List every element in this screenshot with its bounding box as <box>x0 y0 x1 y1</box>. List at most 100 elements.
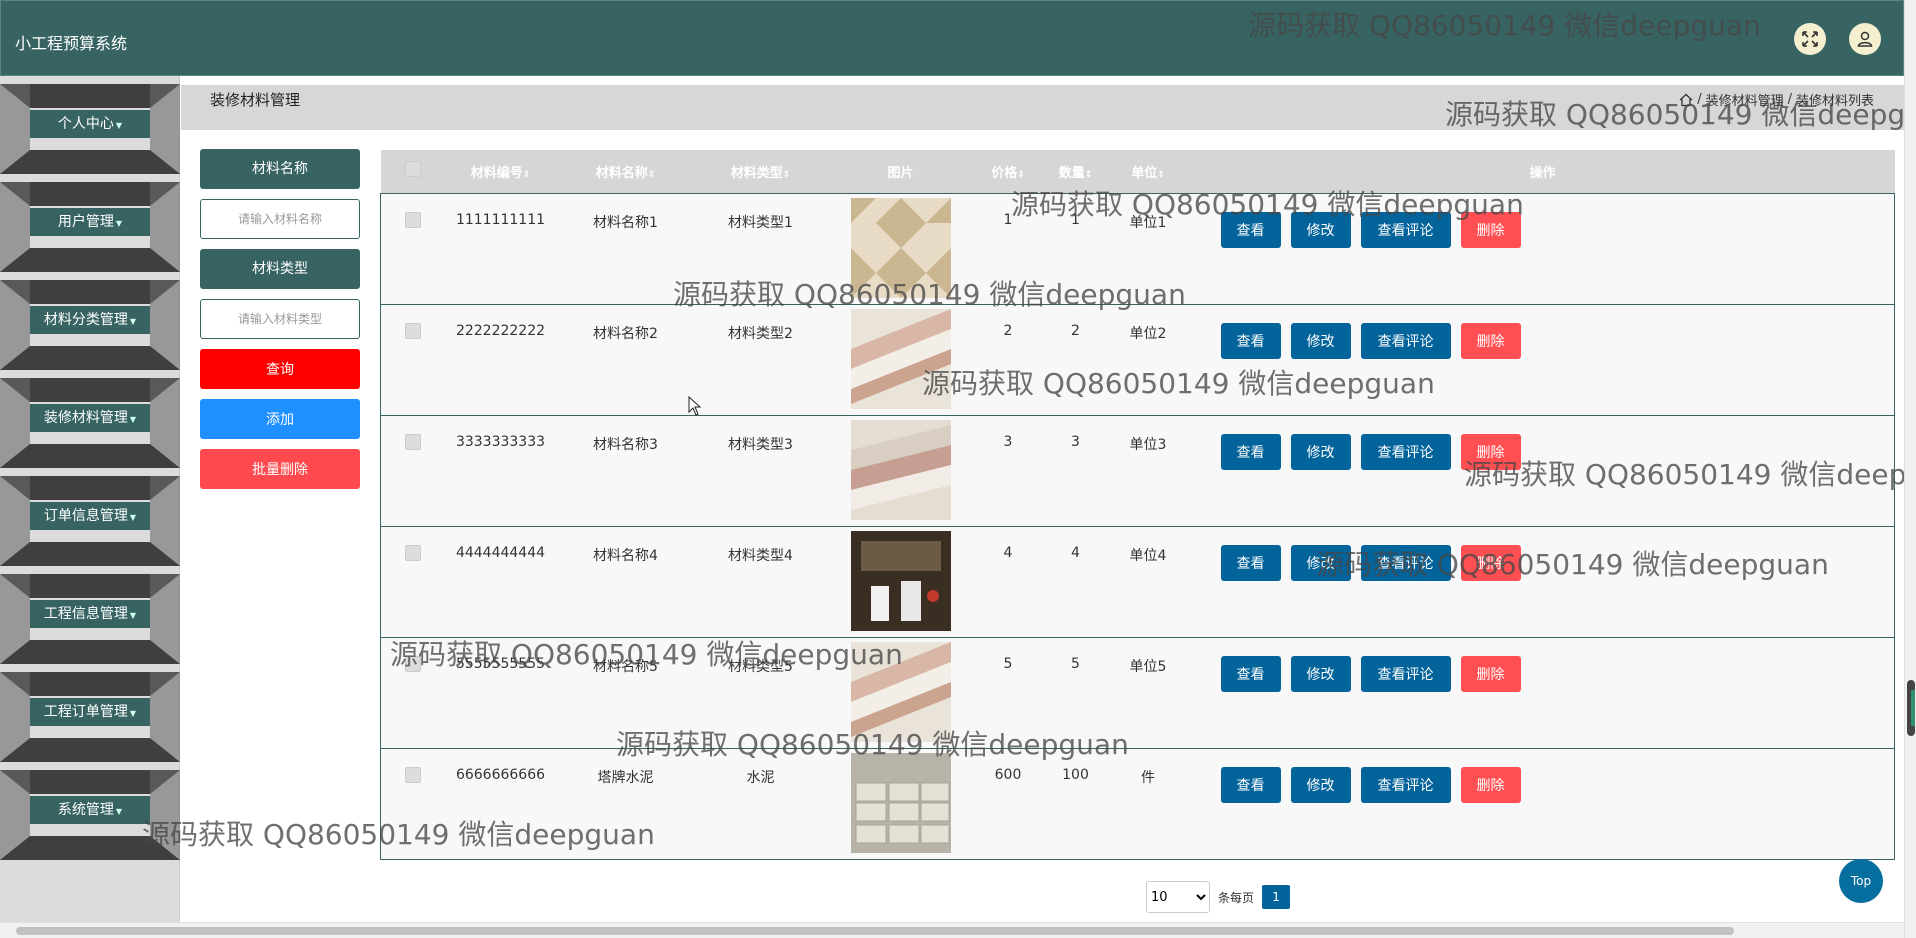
breadcrumb-bar: 装修材料管理 / 装修材料管理 / 装修材料列表 <box>181 85 1904 130</box>
view-reviews-button[interactable]: 查看评论 <box>1360 655 1451 692</box>
table-row: 3333333333 材料名称3 材料类型3 3 3 单位3 查看 修改 查看评论 删除 <box>380 415 1895 526</box>
row-checkbox[interactable] <box>405 655 421 672</box>
sort-icon: ⇕ <box>782 169 791 180</box>
view-button[interactable]: 查看 <box>1220 766 1281 803</box>
cell-price: 600 <box>994 766 1022 783</box>
column-header-unit[interactable]: 单位⇕ <box>1106 150 1191 193</box>
sort-icon: ⇕ <box>522 169 531 180</box>
view-button[interactable]: 查看 <box>1220 433 1281 470</box>
delete-button[interactable]: 删除 <box>1460 322 1521 359</box>
row-checkbox[interactable] <box>405 211 421 228</box>
cell-code: 5555555555 <box>455 655 546 672</box>
sidebar-item-2[interactable]: 材料分类管理 ▼ <box>0 272 180 370</box>
sidebar-item-3[interactable]: 装修材料管理 ▼ <box>0 370 180 468</box>
column-header-price[interactable]: 价格⇕ <box>971 150 1046 193</box>
view-button[interactable]: 查看 <box>1220 655 1281 692</box>
sidebar: 个人中心 ▼ 用户管理 ▼ 材料分类管理 ▼ 装修材料管理 ▼ 订单信息管理 ▼ 工程信息管理 ▼ 工程… <box>0 76 180 938</box>
user-avatar-button[interactable] <box>1849 23 1881 55</box>
view-reviews-button[interactable]: 查看评论 <box>1360 766 1451 803</box>
sidebar-item-6[interactable]: 工程订单管理 ▼ <box>0 664 180 762</box>
column-header-name[interactable]: 材料名称⇕ <box>561 150 691 193</box>
sidebar-item-label: 装修材料管理 ▼ <box>30 404 150 432</box>
per-page-label: 条每页 <box>1218 890 1255 905</box>
sidebar-item-7[interactable]: 系统管理 ▼ <box>0 762 180 860</box>
sort-icon: ⇕ <box>1017 169 1025 180</box>
page-title: 装修材料管理 <box>210 91 301 109</box>
cell-qty: 4 <box>1071 544 1080 561</box>
row-checkbox[interactable] <box>405 433 421 450</box>
bulk-delete-button[interactable]: 批量删除 <box>200 449 360 489</box>
sidebar-item-label: 工程订单管理 ▼ <box>30 698 150 726</box>
delete-button[interactable]: 删除 <box>1460 211 1521 248</box>
user-icon <box>1857 31 1873 47</box>
delete-button[interactable]: 删除 <box>1460 655 1521 692</box>
cell-price: 5 <box>1003 655 1013 672</box>
horizontal-scrollbar[interactable] <box>0 922 1904 938</box>
chevron-down-icon: ▼ <box>129 317 137 326</box>
row-checkbox[interactable] <box>405 544 421 561</box>
breadcrumb: / 装修材料管理 / 装修材料列表 <box>1679 90 1874 109</box>
sidebar-item-1[interactable]: 用户管理 ▼ <box>0 174 180 272</box>
sidebar-item-0[interactable]: 个人中心 ▼ <box>0 76 180 174</box>
row-checkbox[interactable] <box>405 766 421 783</box>
edit-button[interactable]: 修改 <box>1290 322 1351 359</box>
add-button[interactable]: 添加 <box>200 399 360 439</box>
search-button[interactable]: 查询 <box>200 349 360 389</box>
material-thumbnail[interactable] <box>850 641 951 742</box>
sidebar-item-5[interactable]: 工程信息管理 ▼ <box>0 566 180 664</box>
view-reviews-button[interactable]: 查看评论 <box>1360 544 1451 581</box>
material-thumbnail[interactable] <box>850 419 951 520</box>
table-header-row: 材料编号⇕ 材料名称⇕ 材料类型⇕ 图片 价格⇕ 数量⇕ 单位⇕ 操作 <box>380 150 1895 193</box>
cell-unit: 单位3 <box>1129 436 1167 453</box>
row-checkbox[interactable] <box>405 322 421 339</box>
top-header: 小工程预算系统 <box>0 0 1904 76</box>
edit-button[interactable]: 修改 <box>1290 544 1351 581</box>
material-thumbnail[interactable] <box>850 530 951 631</box>
sort-icon: ⇕ <box>1157 169 1165 180</box>
chevron-down-icon: ▼ <box>129 709 137 718</box>
home-icon[interactable] <box>1679 93 1693 107</box>
column-header-code[interactable]: 材料编号⇕ <box>441 150 561 193</box>
cell-price: 1 <box>1003 211 1013 228</box>
material-thumbnail[interactable] <box>850 752 951 853</box>
column-header-type[interactable]: 材料类型⇕ <box>691 150 831 193</box>
material-thumbnail[interactable] <box>850 197 951 298</box>
vertical-scrollbar[interactable] <box>1904 0 1916 938</box>
view-reviews-button[interactable]: 查看评论 <box>1360 211 1451 248</box>
chevron-down-icon: ▼ <box>115 807 123 816</box>
cell-unit: 单位2 <box>1129 325 1167 342</box>
view-reviews-button[interactable]: 查看评论 <box>1360 433 1451 470</box>
breadcrumb-item-list: 装修材料列表 <box>1795 94 1874 109</box>
fullscreen-button[interactable] <box>1794 23 1826 55</box>
chevron-down-icon: ▼ <box>115 121 123 130</box>
delete-button[interactable]: 删除 <box>1460 544 1521 581</box>
cell-price: 2 <box>1003 322 1013 339</box>
sidebar-item-4[interactable]: 订单信息管理 ▼ <box>0 468 180 566</box>
select-all-checkbox[interactable] <box>381 150 441 193</box>
delete-button[interactable]: 删除 <box>1460 433 1521 470</box>
cell-unit: 单位1 <box>1129 214 1167 231</box>
delete-button[interactable]: 删除 <box>1460 766 1521 803</box>
sidebar-item-label: 材料分类管理 ▼ <box>30 306 150 334</box>
edit-button[interactable]: 修改 <box>1290 766 1351 803</box>
fullscreen-icon <box>1802 31 1818 47</box>
edit-button[interactable]: 修改 <box>1290 433 1351 470</box>
breadcrumb-item-materials[interactable]: 装修材料管理 <box>1706 90 1784 109</box>
page-number-1[interactable]: 1 <box>1262 885 1291 909</box>
view-button[interactable]: 查看 <box>1220 322 1281 359</box>
edit-button[interactable]: 修改 <box>1290 211 1351 248</box>
view-button[interactable]: 查看 <box>1220 544 1281 581</box>
page-size-select[interactable]: 10 <box>1146 881 1210 913</box>
material-thumbnail[interactable] <box>850 308 951 409</box>
cell-unit: 单位4 <box>1129 547 1167 564</box>
material-name-input[interactable] <box>200 199 360 239</box>
edit-button[interactable]: 修改 <box>1290 655 1351 692</box>
filter-panel: 材料名称 材料类型 查询 添加 批量删除 <box>200 149 360 499</box>
cell-qty: 100 <box>1062 766 1089 783</box>
material-type-input[interactable] <box>200 299 360 339</box>
column-header-qty[interactable]: 数量⇕ <box>1046 150 1106 193</box>
material-name-label: 材料名称 <box>200 149 360 189</box>
view-reviews-button[interactable]: 查看评论 <box>1360 322 1451 359</box>
back-to-top-button[interactable]: Top <box>1839 859 1883 903</box>
view-button[interactable]: 查看 <box>1220 211 1281 248</box>
